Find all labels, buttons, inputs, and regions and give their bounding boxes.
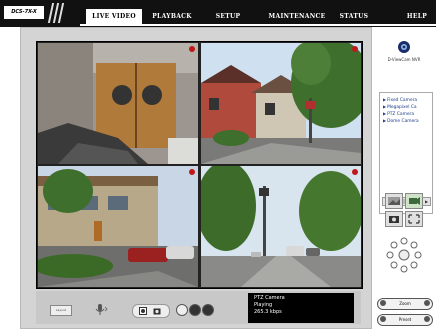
- camera-logo-icon: [398, 41, 410, 53]
- preset-prev-icon[interactable]: [380, 316, 386, 322]
- model-badge: DCS-7X-X: [4, 6, 44, 19]
- preset-control[interactable]: Preset: [377, 314, 433, 326]
- sidebar: D-ViewCam NVR ▶Fixed Camera ▶Megapixel C…: [372, 27, 436, 327]
- camera-list-item[interactable]: ▶PTZ Camera: [383, 111, 436, 117]
- fullscreen-icon: [408, 214, 420, 224]
- nav-underline: [80, 24, 436, 26]
- camera-view-2[interactable]: [201, 43, 361, 164]
- status-camera-name: PTZ Camera: [254, 295, 285, 301]
- zoom-label: Zoom: [399, 301, 411, 306]
- camera-view-4[interactable]: [201, 166, 361, 287]
- camera-list-item[interactable]: ▶Dome Camera: [383, 118, 436, 124]
- tab-maintenance[interactable]: MAINTENANCE: [268, 9, 326, 24]
- play-arrow-icon: ▶: [383, 97, 387, 102]
- camera-view-1[interactable]: [38, 43, 198, 164]
- status-bitrate: 265.3 kbps: [254, 309, 282, 315]
- recording-indicator: [352, 46, 358, 52]
- record-icon[interactable]: [139, 307, 147, 315]
- single-view-button[interactable]: [385, 193, 403, 209]
- layout-button[interactable]: Layout: [50, 305, 72, 316]
- camera-list-item[interactable]: ▶Megapixel Ca: [383, 104, 436, 110]
- close-button[interactable]: [202, 304, 214, 316]
- tab-setup[interactable]: SETUP: [208, 9, 248, 24]
- record-snapshot-group: [132, 304, 170, 318]
- divider: [57, 3, 65, 23]
- play-arrow-icon: ▶: [383, 118, 387, 123]
- zoom-out-icon[interactable]: [380, 300, 386, 306]
- recording-indicator: [352, 169, 358, 175]
- recording-indicator: [189, 46, 195, 52]
- tab-help[interactable]: HELP: [400, 9, 434, 24]
- tab-live-video[interactable]: LIVE VIDEO: [86, 9, 142, 24]
- status-state: Playing: [254, 302, 273, 308]
- camera-list-item[interactable]: ▶Fixed Camera: [383, 97, 436, 103]
- snapshot-icon[interactable]: [153, 307, 161, 315]
- camera-icon: [409, 197, 420, 205]
- tab-playback[interactable]: PLAYBACK: [146, 9, 198, 24]
- capture-button[interactable]: [385, 211, 403, 227]
- top-navigation-bar: DCS-7X-X LIVE VIDEO PLAYBACK SETUP MAINT…: [0, 0, 436, 27]
- play-arrow-icon: ▶: [383, 104, 387, 109]
- preset-label: Preset: [398, 317, 412, 322]
- tab-status[interactable]: STATUS: [334, 9, 374, 24]
- stream-status-box: PTZ Camera Playing 265.3 kbps: [248, 293, 354, 323]
- prev-button[interactable]: [176, 304, 188, 316]
- snapshot-icon: [389, 216, 399, 223]
- video-grid: [36, 41, 363, 289]
- control-bar: Layout PTZ Camera Playing 265.3 kbps: [36, 291, 361, 324]
- zoom-in-icon[interactable]: [424, 300, 430, 306]
- camera-view-button[interactable]: [405, 193, 423, 209]
- scroll-right-icon[interactable]: ▶: [423, 198, 430, 205]
- image-icon: [388, 197, 400, 205]
- playback-controls: [176, 304, 216, 316]
- recording-indicator: [189, 169, 195, 175]
- camera-view-3[interactable]: [38, 166, 198, 287]
- ptz-direction-pad[interactable]: [386, 237, 422, 273]
- zoom-control[interactable]: Zoom: [377, 298, 433, 310]
- stop-button[interactable]: [189, 304, 201, 316]
- play-arrow-icon: ▶: [383, 111, 387, 116]
- fullscreen-button[interactable]: [405, 211, 423, 227]
- brand-label: D-ViewCam NVR: [387, 57, 421, 62]
- preset-next-icon[interactable]: [424, 316, 430, 322]
- audio-icon[interactable]: [95, 303, 109, 316]
